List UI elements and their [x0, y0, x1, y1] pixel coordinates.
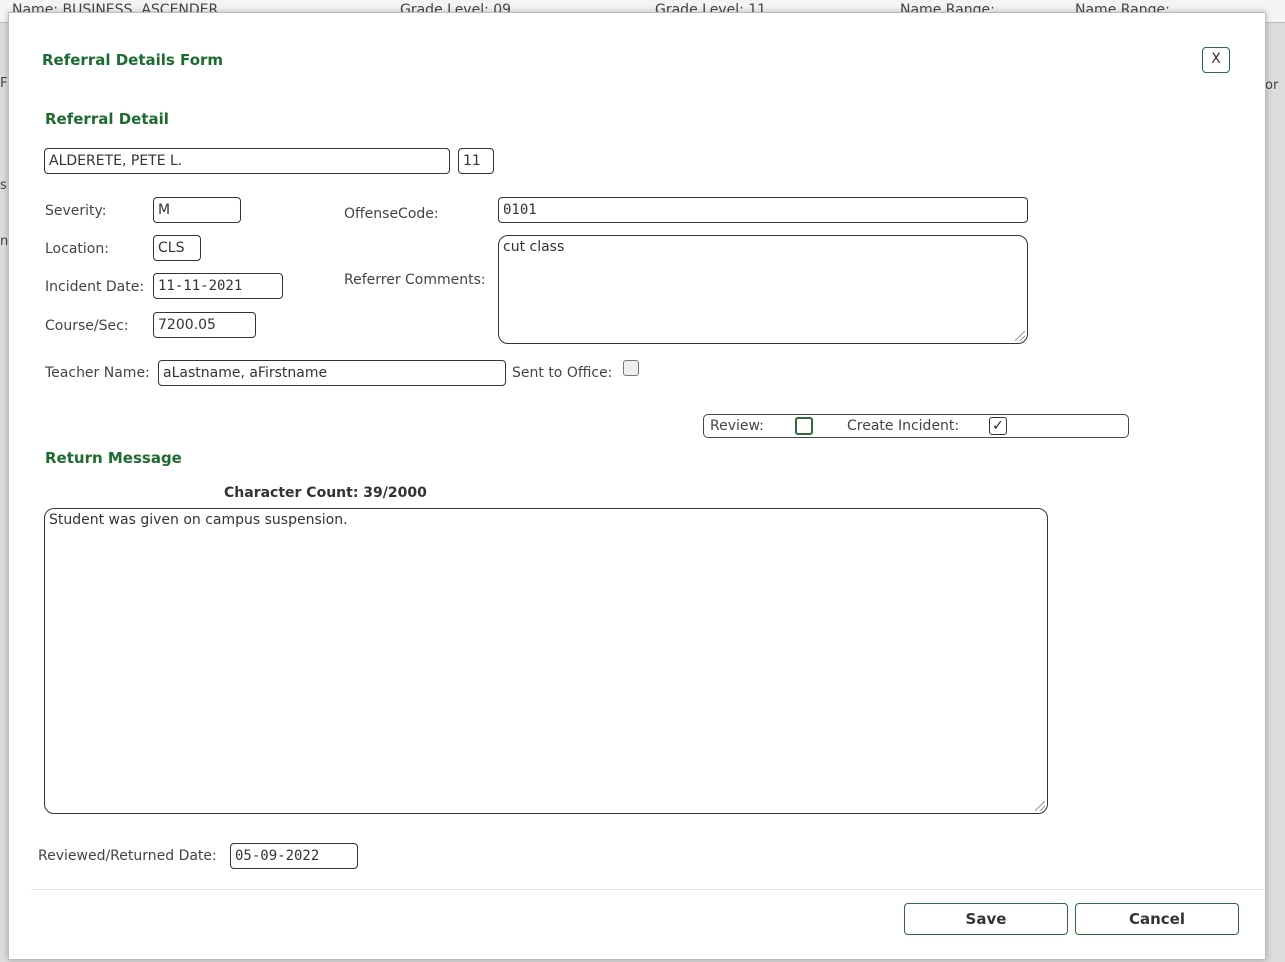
return-message-text: Student was given on campus suspension. [49, 512, 348, 528]
footer-divider [31, 889, 1263, 890]
form-title: Referral Details Form [42, 51, 224, 69]
incident-date-label: Incident Date: [45, 279, 145, 295]
location-field[interactable]: CLS [153, 235, 201, 261]
check-icon: ✓ [992, 418, 1004, 434]
teacher-name-field[interactable]: aLastname, aFirstname [158, 360, 506, 386]
sent-to-office-checkbox[interactable] [623, 360, 639, 376]
reviewed-returned-date-label: Reviewed/Returned Date: [38, 848, 217, 864]
return-message-textarea[interactable]: Student was given on campus suspension. [44, 508, 1048, 814]
reviewed-returned-date-field[interactable]: 05-09-2022 [230, 843, 358, 869]
referral-detail-heading: Referral Detail [45, 110, 169, 128]
grade-field[interactable]: 11 [458, 148, 494, 174]
referrer-comments-label: Referrer Comments: [344, 272, 486, 288]
course-sec-field[interactable]: 7200.05 [153, 312, 256, 338]
background-edge-text: F [0, 76, 8, 91]
referrer-comments-text: cut class [503, 239, 565, 255]
background-edge-text: s [0, 178, 7, 193]
review-checkbox[interactable] [795, 417, 813, 435]
resize-handle-icon[interactable] [1015, 331, 1025, 341]
incident-date-field[interactable]: 11-11-2021 [153, 273, 283, 299]
severity-field[interactable]: M [153, 197, 241, 223]
offense-code-field[interactable]: 0101 [498, 197, 1028, 223]
severity-label: Severity: [45, 203, 107, 219]
location-label: Location: [45, 241, 109, 257]
student-name-field[interactable]: ALDERETE, PETE L. [44, 148, 450, 174]
create-incident-checkbox[interactable]: ✓ [989, 417, 1007, 435]
save-button[interactable]: Save [904, 903, 1068, 935]
close-button[interactable]: X [1202, 47, 1230, 73]
return-message-heading: Return Message [45, 449, 182, 467]
review-label: Review: [710, 418, 764, 434]
course-sec-label: Course/Sec: [45, 318, 129, 334]
offense-code-label: OffenseCode: [344, 206, 439, 222]
background-edge-text: or [1265, 78, 1279, 93]
sent-to-office-label: Sent to Office: [512, 365, 613, 381]
resize-handle-icon[interactable] [1035, 801, 1045, 811]
character-count: Character Count: 39/2000 [224, 485, 427, 501]
teacher-name-label: Teacher Name: [45, 365, 150, 381]
referrer-comments-textarea[interactable]: cut class [498, 235, 1028, 344]
cancel-button[interactable]: Cancel [1075, 903, 1239, 935]
referral-details-modal: Referral Details Form X Referral Detail … [8, 12, 1266, 960]
create-incident-label: Create Incident: [847, 418, 960, 434]
